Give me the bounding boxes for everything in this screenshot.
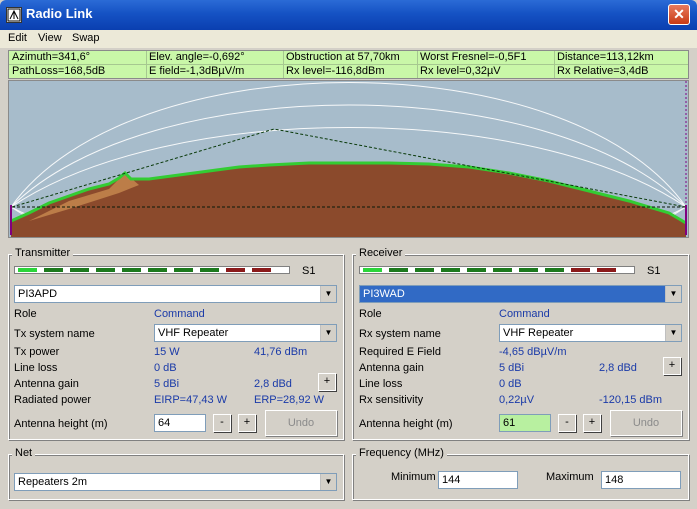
rx-sens-uv[interactable]: 0,22µV: [499, 394, 534, 406]
menu-bar: Edit View Swap: [0, 30, 697, 48]
tx-station-value: PI3APD: [18, 288, 58, 300]
tx-gain-plus-button[interactable]: +: [318, 373, 336, 391]
tx-system-value: VHF Repeater: [158, 327, 229, 339]
rx-meter-label: S1: [647, 265, 661, 277]
menu-view[interactable]: View: [38, 32, 62, 44]
rx-station-value: PI3WAD: [363, 288, 405, 300]
chevron-down-icon[interactable]: ▼: [665, 286, 681, 302]
close-icon: ✕: [673, 6, 685, 22]
tx-meter-label: S1: [302, 265, 316, 277]
title-bar[interactable]: [0, 0, 697, 30]
rx-height-input[interactable]: 61: [499, 414, 551, 432]
tx-power-dbm[interactable]: 41,76 dBm: [254, 346, 307, 358]
tx-gain-label: Antenna gain: [14, 378, 79, 390]
rx-gain-dbi[interactable]: 5 dBi: [499, 362, 524, 374]
tx-eirp-value[interactable]: EIRP=47,43 W: [154, 394, 227, 406]
tx-height-input[interactable]: 64: [154, 414, 206, 432]
tx-gain-dbd[interactable]: 2,8 dBd: [254, 378, 292, 390]
frequency-max-label: Maximum: [546, 471, 594, 483]
tx-lineloss-value[interactable]: 0 dB: [154, 362, 177, 374]
rx-station-select[interactable]: PI3WAD ▼: [359, 285, 682, 303]
tx-system-label: Tx system name: [14, 328, 95, 340]
rx-gain-dbd[interactable]: 2,8 dBd: [599, 362, 637, 374]
tx-signal-meter: [14, 266, 290, 274]
rx-system-select[interactable]: VHF Repeater ▼: [499, 324, 682, 342]
close-button[interactable]: ✕: [668, 4, 690, 25]
chevron-down-icon[interactable]: ▼: [320, 474, 336, 490]
transmitter-title: Transmitter: [12, 247, 74, 259]
rx-antenna-marker: [685, 205, 687, 235]
frequency-title: Frequency (MHz): [356, 447, 447, 459]
rx-height-minus-button[interactable]: -: [558, 414, 576, 432]
tx-height-minus-button[interactable]: -: [213, 414, 231, 432]
rx-role-value[interactable]: Command: [499, 308, 550, 320]
distance-value: Distance=113,12km: [557, 51, 654, 63]
tx-height-label: Antenna height (m): [14, 418, 108, 430]
rx-level-uv-value: Rx level=0,32µV: [420, 65, 501, 77]
chevron-down-icon[interactable]: ▼: [320, 325, 336, 341]
tx-role-label: Role: [14, 308, 37, 320]
chevron-down-icon[interactable]: ▼: [665, 325, 681, 341]
rx-sens-label: Rx sensitivity: [359, 394, 424, 406]
tx-role-value[interactable]: Command: [154, 308, 205, 320]
info-panel: Azimuth=341,6° Elev. angle=-0,692° Obstr…: [8, 50, 689, 79]
rx-efield-value[interactable]: -4,65 dBµV/m: [499, 346, 566, 358]
tx-erp-value[interactable]: ERP=28,92 W: [254, 394, 324, 406]
rx-gain-plus-button[interactable]: +: [663, 357, 681, 375]
rx-relative-value: Rx Relative=3,4dB: [557, 65, 649, 77]
worst-fresnel-value: Worst Fresnel=-0,5F1: [420, 51, 527, 63]
elevation-angle-value: Elev. angle=-0,692°: [149, 51, 245, 63]
obstruction-value: Obstruction at 57,70km: [286, 51, 400, 63]
tx-gain-dbi[interactable]: 5 dBi: [154, 378, 179, 390]
rx-signal-meter: [359, 266, 635, 274]
rx-height-label: Antenna height (m): [359, 418, 453, 430]
tx-station-select[interactable]: PI3APD ▼: [14, 285, 337, 303]
menu-swap[interactable]: Swap: [72, 32, 100, 44]
tx-power-label: Tx power: [14, 346, 60, 358]
frequency-max-input[interactable]: 148: [601, 471, 681, 489]
window-title: Radio Link: [26, 6, 93, 21]
rx-sens-dbm[interactable]: -120,15 dBm: [599, 394, 662, 406]
terrain-profile-plot[interactable]: [8, 80, 689, 238]
rx-system-value: VHF Repeater: [503, 327, 574, 339]
tx-height-plus-button[interactable]: +: [238, 414, 256, 432]
tx-radiated-label: Radiated power: [14, 394, 92, 406]
tx-antenna-marker: [10, 205, 12, 235]
tx-system-select[interactable]: VHF Repeater ▼: [154, 324, 337, 342]
rx-role-label: Role: [359, 308, 382, 320]
app-icon: [6, 7, 22, 23]
net-title: Net: [12, 447, 36, 459]
receiver-title: Receiver: [356, 247, 406, 259]
terrain-fill: [11, 163, 686, 237]
tx-undo-button[interactable]: Undo: [265, 410, 337, 436]
rx-height-plus-button[interactable]: +: [583, 414, 601, 432]
rx-efield-label: Required E Field: [359, 346, 441, 358]
net-select[interactable]: Repeaters 2m ▼: [14, 473, 337, 491]
tx-power-w[interactable]: 15 W: [154, 346, 180, 358]
frequency-min-label: Minimum: [391, 471, 436, 483]
rx-lineloss-label: Line loss: [359, 378, 403, 390]
rx-gain-label: Antenna gain: [359, 362, 424, 374]
frequency-min-input[interactable]: 144: [438, 471, 518, 489]
net-value: Repeaters 2m: [18, 476, 88, 488]
chevron-down-icon[interactable]: ▼: [320, 286, 336, 302]
rx-lineloss-value[interactable]: 0 dB: [499, 378, 522, 390]
efield-value: E field=-1,3dBµV/m: [149, 65, 245, 77]
pathloss-value: PathLoss=168,5dB: [12, 65, 106, 77]
rx-level-dbm-value: Rx level=-116,8dBm: [286, 65, 385, 77]
tx-lineloss-label: Line loss: [14, 362, 58, 374]
azimuth-value: Azimuth=341,6°: [12, 51, 91, 63]
rx-undo-button[interactable]: Undo: [610, 410, 682, 436]
rx-system-label: Rx system name: [359, 328, 441, 340]
menu-edit[interactable]: Edit: [8, 32, 27, 44]
